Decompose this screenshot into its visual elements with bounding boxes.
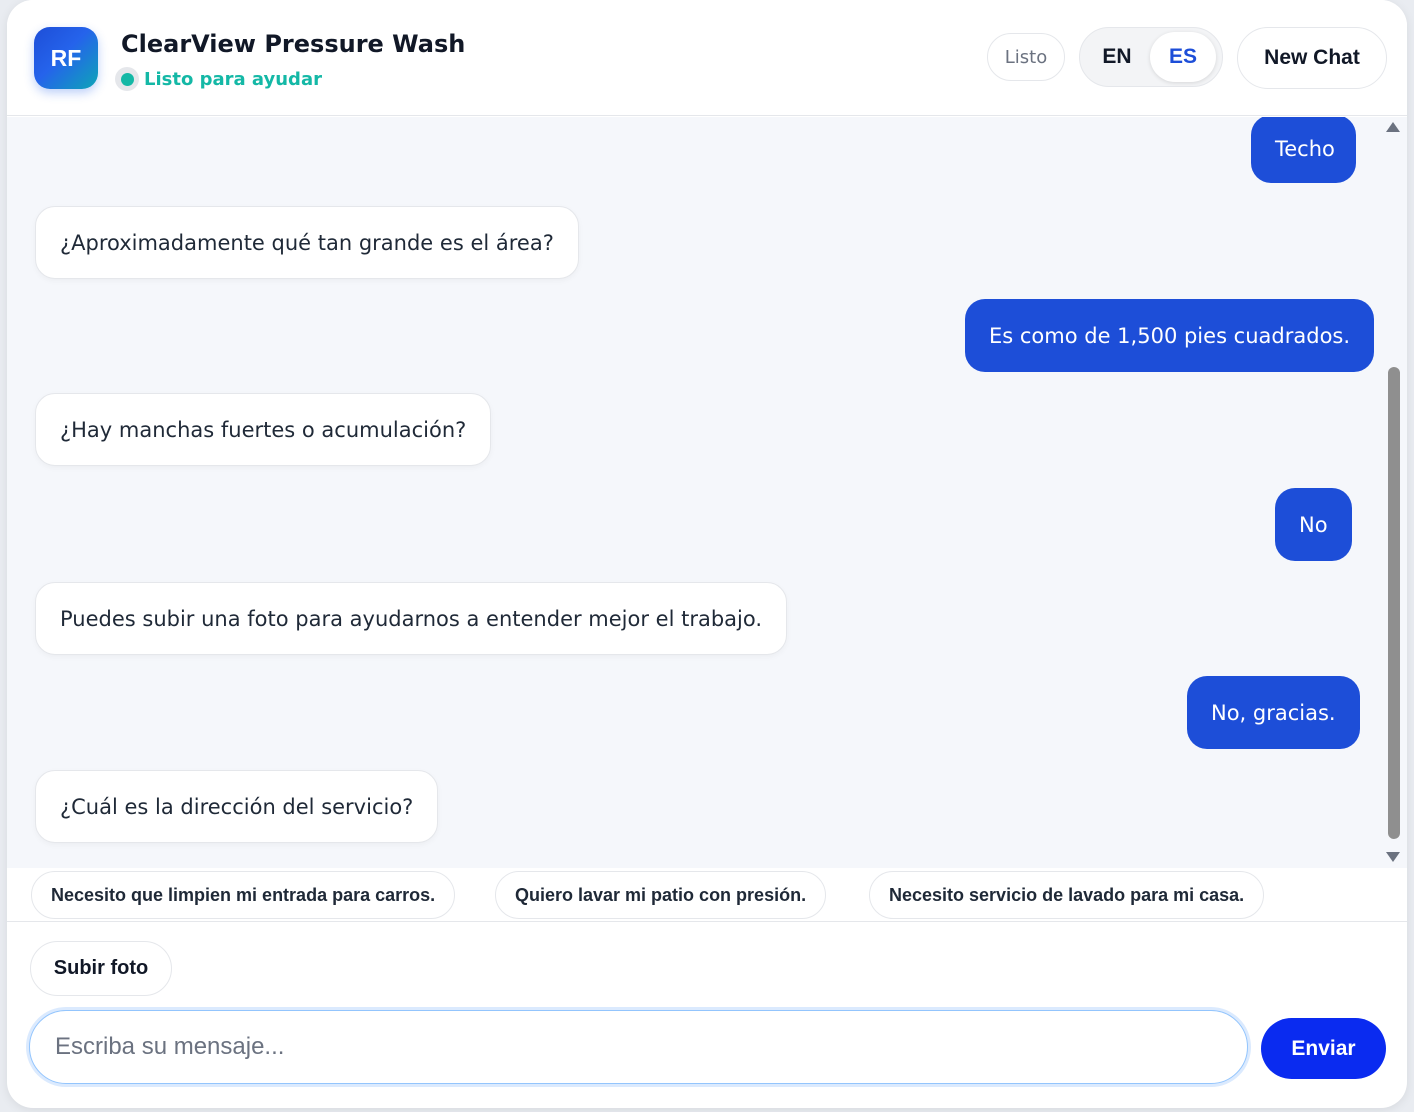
user-message: Es como de 1,500 pies cuadrados. — [965, 299, 1375, 372]
suggestion-chips: Necesito que limpien mi entrada para car… — [7, 868, 1407, 922]
header: RF ClearView Pressure Wash Listo para ay… — [7, 0, 1407, 116]
scroll-down-icon[interactable] — [1386, 852, 1400, 862]
suggestion-chip[interactable]: Necesito servicio de lavado para mi casa… — [869, 871, 1265, 919]
chat-widget: RF ClearView Pressure Wash Listo para ay… — [7, 0, 1407, 1108]
brand-title: ClearView Pressure Wash — [121, 30, 466, 58]
status-text: Listo para ayudar — [144, 68, 322, 90]
brand-avatar: RF — [34, 27, 98, 89]
scroll-up-icon[interactable] — [1386, 122, 1400, 132]
new-chat-button[interactable]: New Chat — [1237, 27, 1387, 89]
language-toggle: EN ES — [1079, 27, 1223, 87]
bot-message: ¿Hay manchas fuertes o acumulación? — [35, 393, 492, 466]
bot-message: Puedes subir una foto para ayudarnos a e… — [35, 582, 788, 655]
lang-es-button[interactable]: ES — [1150, 32, 1216, 82]
status-badge: Listo — [987, 33, 1065, 81]
user-message: No, gracias. — [1187, 676, 1360, 749]
user-message: No — [1275, 488, 1352, 561]
status-indicator: Listo para ayudar — [115, 65, 322, 93]
message-list[interactable]: Techo ¿Aproximadamente qué tan grande es… — [7, 117, 1407, 868]
scrollbar-thumb[interactable] — [1388, 367, 1400, 839]
upload-photo-button[interactable]: Subir foto — [30, 941, 172, 996]
message-input[interactable] — [29, 1010, 1248, 1084]
suggestion-chip[interactable]: Quiero lavar mi patio con presión. — [495, 871, 827, 919]
status-dot-icon — [115, 67, 139, 91]
user-message: Techo — [1251, 117, 1356, 183]
bot-message: ¿Cuál es la dirección del servicio? — [35, 770, 439, 843]
send-button[interactable]: Enviar — [1261, 1018, 1386, 1079]
suggestion-chip[interactable]: Necesito que limpien mi entrada para car… — [31, 871, 456, 919]
bot-message: ¿Aproximadamente qué tan grande es el ár… — [35, 206, 579, 279]
lang-en-button[interactable]: EN — [1084, 32, 1150, 82]
